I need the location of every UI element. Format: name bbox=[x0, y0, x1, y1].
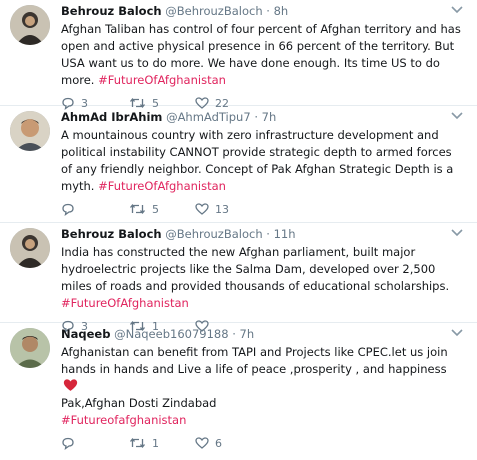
retweet-count: 5 bbox=[152, 202, 159, 216]
chevron-down-icon[interactable] bbox=[451, 6, 463, 14]
like-count: 6 bbox=[215, 436, 222, 450]
tweet-text-line2: Pak,Afghan Dosti Zindabad bbox=[61, 396, 217, 410]
retweet-icon bbox=[129, 437, 146, 449]
heart-emoji-icon bbox=[63, 379, 78, 391]
author-handle[interactable]: @Naqeeb16079188 bbox=[114, 327, 228, 341]
tweet-time[interactable]: · 7h bbox=[254, 110, 276, 124]
reply-button[interactable] bbox=[61, 203, 129, 216]
tweet[interactable]: AhmAd IbrAhim @AhmAdTipu7 · 7h A mountai… bbox=[0, 106, 477, 223]
hashtag-link[interactable]: #FutureOfAfghanistan bbox=[98, 179, 226, 193]
avatar[interactable] bbox=[10, 111, 50, 151]
tweet-text-content: Afghanistan can benefit from TAPI and Pr… bbox=[61, 345, 448, 376]
hashtag-link[interactable]: #FutureOfAfghanistan bbox=[61, 296, 189, 310]
author-handle[interactable]: @BehrouzBaloch bbox=[165, 4, 262, 18]
author-handle[interactable]: @BehrouzBaloch bbox=[165, 227, 262, 241]
tweet-feed: Behrouz Baloch @BehrouzBaloch · 8h Afgha… bbox=[0, 0, 477, 450]
hashtag-link[interactable]: #FutureOfAfghanistan bbox=[98, 73, 226, 87]
retweet-button[interactable]: 5 bbox=[129, 203, 195, 216]
author-name[interactable]: AhmAd IbrAhim bbox=[61, 110, 162, 124]
tweet-time[interactable]: · 8h bbox=[266, 4, 288, 18]
like-icon bbox=[195, 437, 209, 449]
tweet-time[interactable]: · 11h bbox=[266, 227, 295, 241]
tweet-header: Naqeeb @Naqeeb16079188 · 7h bbox=[61, 323, 477, 341]
like-icon bbox=[195, 203, 209, 215]
author-name[interactable]: Behrouz Baloch bbox=[61, 4, 162, 18]
tweet-actions: 1 6 bbox=[61, 433, 477, 460]
like-button[interactable]: 6 bbox=[195, 437, 269, 450]
reply-icon bbox=[62, 437, 74, 450]
tweet[interactable]: Naqeeb @Naqeeb16079188 · 7h Afghanistan … bbox=[0, 323, 477, 450]
chevron-down-icon[interactable] bbox=[451, 229, 463, 237]
like-button[interactable]: 13 bbox=[195, 203, 269, 216]
tweet-header: Behrouz Baloch @BehrouzBaloch · 8h bbox=[61, 0, 477, 18]
tweet-text: Afghan Taliban has control of four perce… bbox=[61, 21, 477, 89]
retweet-count: 1 bbox=[152, 436, 159, 450]
chevron-down-icon[interactable] bbox=[451, 112, 463, 120]
tweet-text: A mountainous country with zero infrastr… bbox=[61, 127, 477, 195]
hashtag-link[interactable]: #Futureofafghanistan bbox=[61, 413, 186, 427]
author-handle[interactable]: @AhmAdTipu7 bbox=[166, 110, 251, 124]
author-name[interactable]: Behrouz Baloch bbox=[61, 227, 162, 241]
tweet[interactable]: Behrouz Baloch @BehrouzBaloch · 8h Afgha… bbox=[0, 0, 477, 110]
tweet-time[interactable]: · 7h bbox=[232, 327, 254, 341]
avatar[interactable] bbox=[10, 228, 50, 268]
tweet-text: India has constructed the new Afghan par… bbox=[61, 244, 477, 312]
avatar[interactable] bbox=[10, 328, 50, 368]
reply-icon bbox=[62, 203, 74, 216]
tweet-text: Afghanistan can benefit from TAPI and Pr… bbox=[61, 344, 477, 429]
tweet-header: Behrouz Baloch @BehrouzBaloch · 11h bbox=[61, 223, 477, 241]
retweet-button[interactable]: 1 bbox=[129, 437, 195, 450]
tweet[interactable]: Behrouz Baloch @BehrouzBaloch · 11h Indi… bbox=[0, 223, 477, 333]
reply-button[interactable] bbox=[61, 437, 129, 450]
author-name[interactable]: Naqeeb bbox=[61, 327, 110, 341]
avatar[interactable] bbox=[10, 5, 50, 45]
tweet-text-content: India has constructed the new Afghan par… bbox=[61, 245, 450, 293]
chevron-down-icon[interactable] bbox=[451, 329, 463, 337]
tweet-header: AhmAd IbrAhim @AhmAdTipu7 · 7h bbox=[61, 106, 477, 124]
tweet-actions: 5 13 bbox=[61, 199, 477, 226]
retweet-icon bbox=[129, 203, 146, 215]
like-count: 13 bbox=[215, 202, 229, 216]
